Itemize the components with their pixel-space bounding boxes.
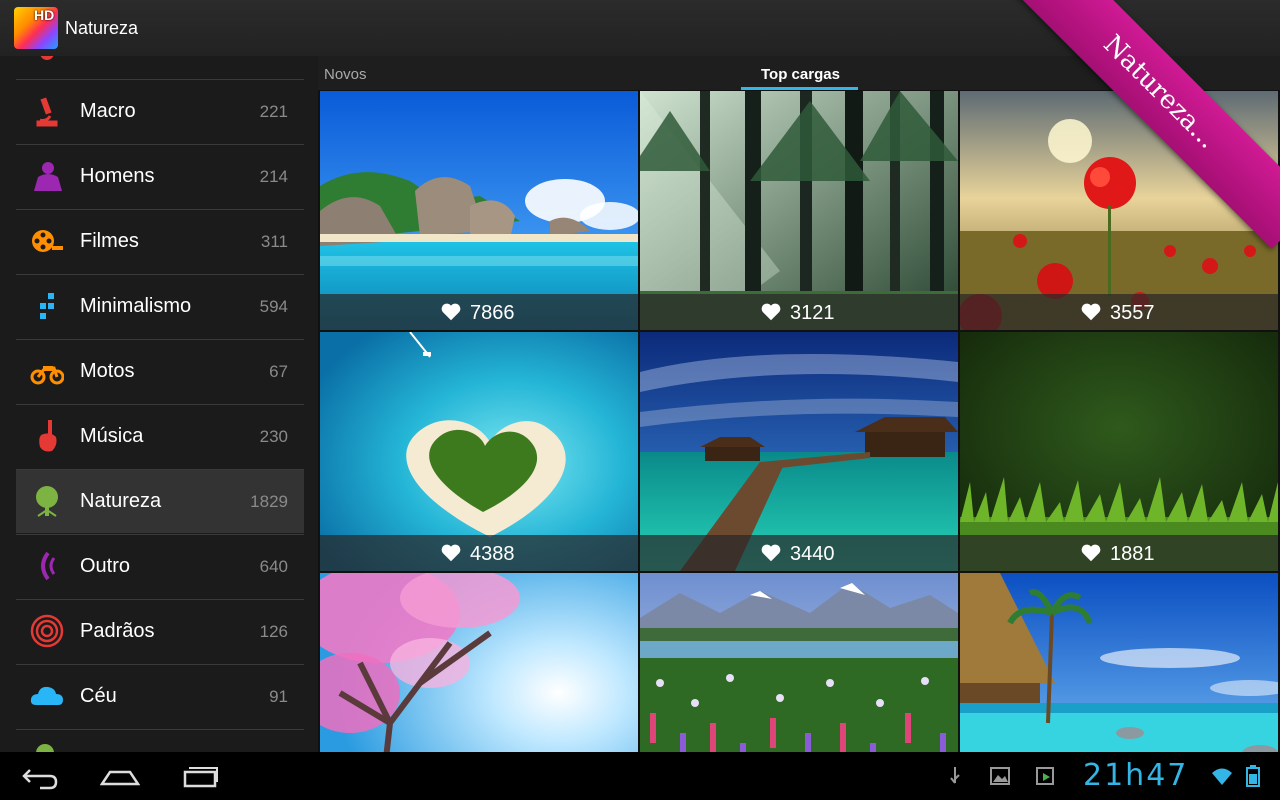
hd-badge: HD	[34, 7, 55, 23]
wallpaper-tile[interactable]: 3121	[640, 91, 958, 330]
sidebar-item-label: Homens	[80, 165, 155, 187]
likes-bar: 3440	[640, 535, 958, 571]
recent-apps-icon[interactable]	[181, 762, 221, 790]
sidebar-item-partial-bottom[interactable]	[16, 729, 304, 752]
sidebar-item-count: 126	[259, 622, 288, 641]
wallpaper-tile[interactable]	[320, 573, 638, 752]
likes-bar: 7866	[320, 294, 638, 330]
sidebar-item-count: 1829	[250, 492, 288, 511]
category-sidebar[interactable]: Macro 221 Homens 214 Filmes 311 Minimali…	[0, 56, 318, 752]
sidebar-item-ceu[interactable]: Céu 91	[16, 664, 304, 728]
likes-count: 3440	[790, 543, 835, 565]
guitar-icon	[39, 420, 57, 452]
wallpaper-image-mountain-flowers	[640, 573, 958, 752]
app-title: Natureza	[65, 18, 139, 38]
sidebar-item-count: 214	[259, 167, 288, 186]
spiral-icon	[30, 614, 64, 648]
sidebar-item-label: Natureza	[80, 490, 162, 512]
app-logo-icon[interactable]: HD	[14, 7, 58, 49]
wallpaper-tile[interactable]: 7866	[320, 91, 638, 330]
wallpaper-tile[interactable]: 1881	[960, 332, 1278, 571]
microscope-icon	[36, 97, 58, 127]
tab-novos[interactable]: Novos	[324, 66, 367, 83]
picture-notification-icon	[990, 767, 1010, 785]
sidebar-item-musica[interactable]: Música 230	[16, 404, 304, 468]
sidebar-item-label: Música	[80, 425, 144, 447]
sidebar-item-padroes[interactable]: Padrãos 126	[16, 599, 304, 663]
sidebar-item-motos[interactable]: Motos 67	[16, 339, 304, 403]
tab-top-cargas[interactable]: Top cargas	[761, 66, 840, 83]
sidebar-item-label: Outro	[80, 555, 131, 577]
wallpaper-grid[interactable]: 7866 3121 3557 4388 3440 1881	[320, 91, 1280, 752]
cloud-icon	[30, 686, 63, 705]
man-icon	[34, 162, 62, 191]
likes-bar: 3557	[960, 294, 1278, 330]
battery-icon	[1246, 765, 1260, 787]
system-nav-bar: 21h47	[0, 752, 1280, 800]
likes-count: 1881	[1110, 543, 1155, 565]
sidebar-item-filmes[interactable]: Filmes 311	[16, 209, 304, 273]
play-store-notification-icon	[1036, 767, 1054, 785]
sidebar-item-label: Céu	[80, 685, 117, 707]
motorcycle-icon	[30, 366, 64, 385]
heart-icon[interactable]	[760, 542, 782, 564]
sidebar-item-outro[interactable]: Outro 640	[16, 534, 304, 598]
likes-count: 3121	[790, 302, 835, 324]
heart-icon[interactable]	[440, 301, 462, 323]
sidebar-item-count: 67	[269, 362, 288, 381]
wallpaper-tile[interactable]: 3440	[640, 332, 958, 571]
sidebar-item-label: Minimalismo	[80, 295, 192, 317]
sidebar-item-count: 230	[259, 427, 288, 446]
likes-count: 4388	[470, 543, 515, 565]
wallpaper-tile[interactable]	[640, 573, 958, 752]
sidebar-item-count: 221	[259, 102, 288, 121]
wallpaper-image-pink-tree	[320, 573, 638, 752]
sidebar-item-count: 594	[259, 297, 288, 316]
sidebar-item-label: Motos	[80, 360, 135, 382]
leaf-icon	[36, 744, 54, 752]
heart-icon[interactable]	[440, 542, 462, 564]
sidebar-item-natureza[interactable]: Natureza 1829	[16, 469, 304, 533]
sidebar-item-macro[interactable]: Macro 221	[16, 79, 304, 143]
sidebar-item-minimalismo[interactable]: Minimalismo 594	[16, 274, 304, 338]
sidebar-item-count: 311	[260, 232, 288, 251]
home-icon[interactable]	[100, 762, 140, 790]
sidebar-item-label: Filmes	[80, 230, 139, 252]
heart-icon[interactable]	[1080, 301, 1102, 323]
sidebar-item-count: 91	[269, 687, 288, 706]
likes-bar: 4388	[320, 535, 638, 571]
film-reel-icon	[32, 230, 63, 252]
back-icon[interactable]	[20, 762, 60, 790]
dots-icon	[40, 293, 54, 319]
sidebar-item-count: 640	[259, 557, 288, 576]
sidebar-item-label: Macro	[80, 100, 136, 122]
heart-icon[interactable]	[760, 301, 782, 323]
heart-icon[interactable]	[1080, 542, 1102, 564]
usb-icon	[950, 767, 960, 784]
likes-count: 7866	[470, 302, 515, 324]
likes-bar: 3121	[640, 294, 958, 330]
wallpaper-tile[interactable]	[960, 573, 1278, 752]
wallpaper-tile[interactable]: 4388	[320, 332, 638, 571]
likes-count: 3557	[1110, 302, 1155, 324]
sidebar-item-partial-top	[40, 56, 54, 60]
sidebar-item-homens[interactable]: Homens 214	[16, 144, 304, 208]
wallpaper-image-tropical-pool	[960, 573, 1278, 752]
wifi-icon	[1212, 768, 1232, 785]
likes-bar: 1881	[960, 535, 1278, 571]
status-clock: 21h47	[1083, 758, 1189, 793]
tree-icon	[36, 486, 58, 517]
signal-icon	[41, 551, 56, 581]
sidebar-item-label: Padrãos	[80, 620, 155, 642]
tab-indicator	[741, 87, 858, 90]
